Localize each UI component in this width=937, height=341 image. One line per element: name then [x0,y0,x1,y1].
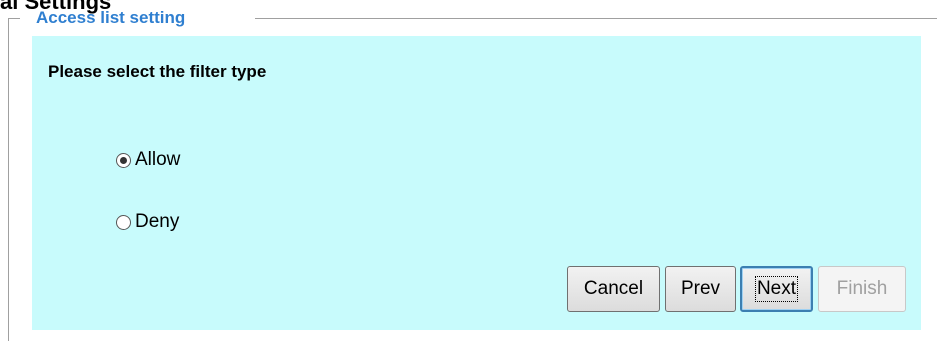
fieldset-border-left [8,18,9,341]
finish-button-label: Finish [836,278,888,299]
fieldset-legend: Access list setting [36,8,186,27]
deny-option[interactable]: Deny [116,210,179,234]
prev-button[interactable]: Prev [665,266,736,312]
deny-radio[interactable] [116,214,131,230]
cancel-button-label: Cancel [583,278,644,299]
prev-button-label: Prev [680,278,721,299]
page: al Settings Access list setting Please s… [0,0,937,341]
fieldset-border-top-left [8,18,20,19]
deny-label: Deny [135,211,180,232]
cancel-button[interactable]: Cancel [567,266,660,312]
allow-option[interactable]: Allow [116,148,180,172]
next-button-label: Next [754,276,799,302]
radio-selected-dot [120,156,127,164]
filter-type-prompt: Please select the filter type [48,62,267,81]
allow-label: Allow [135,149,181,170]
allow-radio[interactable] [116,152,131,168]
fieldset-border-top-right [255,18,937,19]
finish-button: Finish [818,266,906,312]
next-button[interactable]: Next [740,266,813,312]
filter-type-panel: Please select the filter type Allow Deny… [32,36,921,330]
